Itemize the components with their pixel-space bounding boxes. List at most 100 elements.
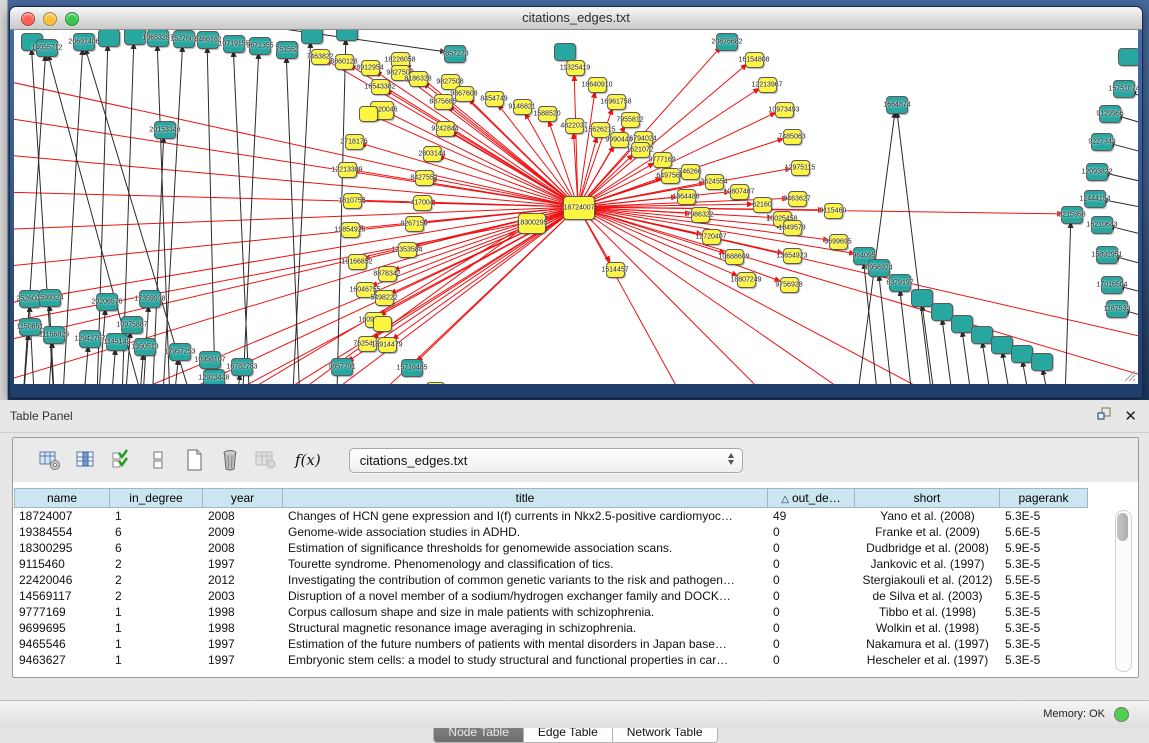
table-cell[interactable]: 6 [110, 540, 203, 556]
graph-node[interactable] [911, 289, 933, 307]
graph-node[interactable] [301, 30, 323, 44]
table-row[interactable]: 1830029562008Estimation of significance … [14, 540, 1088, 556]
graph-node[interactable]: 15892951 [1096, 246, 1118, 264]
graph-node[interactable]: 8912954 [361, 60, 380, 76]
float-window-icon[interactable] [1097, 407, 1112, 425]
graph-node[interactable]: 7955812 [621, 112, 640, 128]
graph-node[interactable]: 3624554 [705, 174, 724, 190]
table-cell[interactable]: 5.5E-5 [1000, 572, 1088, 588]
table-cell[interactable]: 1 [110, 508, 203, 524]
graph-node[interactable]: 18807249 [737, 272, 756, 288]
graph-node[interactable]: 16543382 [371, 79, 390, 95]
table-cell[interactable]: 0 [768, 636, 855, 652]
graph-node[interactable] [1118, 48, 1138, 66]
table-cell[interactable]: Estimation of significance thresholds fo… [283, 540, 768, 556]
delete-column-icon[interactable] [217, 447, 243, 473]
table-cell[interactable]: 1997 [203, 636, 283, 652]
graph-node[interactable]: 9463627 [788, 191, 807, 207]
graph-node[interactable]: 9115460 [824, 203, 843, 219]
graph-node[interactable]: 13654923 [783, 248, 802, 264]
graph-node[interactable]: 7463822 [311, 49, 330, 65]
table-cell[interactable]: 2 [110, 572, 203, 588]
column-header-name[interactable]: name [14, 488, 110, 508]
graph-node[interactable]: 751552 [276, 41, 298, 59]
graph-node[interactable]: 7986322 [691, 207, 710, 223]
table-row[interactable]: 1938455462009Genome-wide association stu… [14, 524, 1088, 540]
graph-node[interactable] [336, 30, 358, 41]
graph-node[interactable]: 1588520 [538, 106, 557, 122]
graph-node[interactable]: 417004 [413, 195, 432, 211]
column-header-title[interactable]: title [283, 488, 768, 508]
table-row[interactable]: 2242004622012Investigating the contribut… [14, 572, 1088, 588]
graph-node[interactable]: 8958924 [868, 259, 890, 277]
table-cell[interactable]: 5.3E-5 [1000, 556, 1088, 572]
graph-node[interactable]: 8427552 [415, 170, 434, 186]
graph-node[interactable]: 1599324 [39, 289, 61, 307]
table-cell[interactable]: 9465546 [14, 636, 110, 652]
graph-node[interactable]: 2803144 [423, 146, 442, 162]
table-cell[interactable]: 19384554 [14, 524, 110, 540]
scrollbar-thumb[interactable] [1117, 513, 1128, 541]
graph-node[interactable] [373, 316, 392, 332]
graph-node[interactable]: 6466162 [197, 31, 219, 49]
table-cell[interactable]: 2008 [203, 508, 283, 524]
table-cell[interactable]: 18724007 [14, 508, 110, 524]
graph-node[interactable]: 10719155 [223, 35, 245, 53]
graph-node[interactable]: 9857791 [331, 358, 353, 376]
graph-node[interactable]: 17359938 [139, 290, 161, 308]
graph-node[interactable]: 12213967 [758, 77, 777, 93]
table-cell[interactable]: de Silva et al. (2003) [855, 588, 1000, 604]
table-cell[interactable]: 1997 [203, 652, 283, 668]
table-cell[interactable]: Jankovic et al. (1997) [855, 556, 1000, 572]
graph-node[interactable]: 12444154 [1084, 190, 1106, 208]
graph-node[interactable]: 20153346 [154, 121, 176, 139]
graph-node[interactable]: 10958107 [199, 351, 221, 369]
table-cell[interactable]: Disruption of a novel member of a sodium… [283, 588, 768, 604]
table-cell[interactable]: Franke et al. (2009) [855, 524, 1000, 540]
graph-node[interactable]: 9699695 [829, 234, 848, 250]
graph-node[interactable] [991, 336, 1013, 354]
graph-node[interactable]: 16154808 [745, 52, 764, 68]
graph-node[interactable]: 17957253 [169, 343, 191, 361]
graph-node[interactable]: 12720407 [702, 229, 721, 245]
network-canvas[interactable]: 1405571220691406106532871527602646616210… [14, 30, 1138, 384]
graph-node[interactable]: 12923448 [203, 369, 225, 384]
graph-node[interactable]: 17016504 [1101, 276, 1123, 294]
table-cell[interactable]: Wolkin et al. (1998) [855, 620, 1000, 636]
graph-node[interactable] [426, 382, 445, 384]
graph-node[interactable]: 62160 [753, 197, 772, 213]
graph-node[interactable]: 9867608 [455, 86, 474, 102]
graph-node[interactable]: 8878342 [378, 266, 397, 282]
graph-node[interactable]: 20691406 [73, 33, 95, 51]
graph-node[interactable]: 10973493 [775, 102, 794, 118]
table-cell[interactable]: 5.3E-5 [1000, 620, 1088, 636]
table-cell[interactable]: 14569117 [14, 588, 110, 604]
graph-node[interactable]: 19854925 [341, 222, 360, 238]
graph-node[interactable]: 10688609 [725, 249, 744, 265]
graph-node[interactable] [931, 303, 953, 321]
graph-node[interactable]: 1527602 [173, 30, 195, 48]
table-cell[interactable]: Dudbridge et al. (2008) [855, 540, 1000, 556]
graph-node[interactable]: 2718176 [345, 134, 364, 150]
table-cell[interactable]: Corpus callosum shape and size in male p… [283, 604, 768, 620]
graph-node[interactable]: 16782753 [231, 358, 253, 376]
graph-node[interactable]: 1621072 [631, 142, 650, 158]
table-cell[interactable]: 1 [110, 652, 203, 668]
graph-node[interactable]: 1187533 [1106, 300, 1128, 318]
table-row[interactable]: 1456911722003Disruption of a novel membe… [14, 588, 1088, 604]
graph-node[interactable]: 15716485 [401, 359, 423, 377]
graph-node[interactable]: 9756928 [780, 277, 799, 293]
graph-node[interactable]: 16961758 [607, 94, 626, 110]
table-cell[interactable]: 0 [768, 540, 855, 556]
table-cell[interactable]: 1998 [203, 604, 283, 620]
table-cell[interactable]: Genome-wide association studies in ADHD. [283, 524, 768, 540]
table-cell[interactable]: 0 [768, 588, 855, 604]
table-cell[interactable]: 5.3E-5 [1000, 508, 1088, 524]
graph-node[interactable]: 1849579 [783, 220, 802, 236]
graph-node[interactable]: 12213389 [338, 162, 357, 178]
graph-node[interactable]: 8860128 [335, 54, 354, 70]
graph-node[interactable]: 9146821 [513, 99, 532, 115]
graph-node[interactable] [971, 326, 993, 344]
graph-node[interactable]: 6379197 [889, 274, 911, 292]
table-cell[interactable]: 9115460 [14, 556, 110, 572]
